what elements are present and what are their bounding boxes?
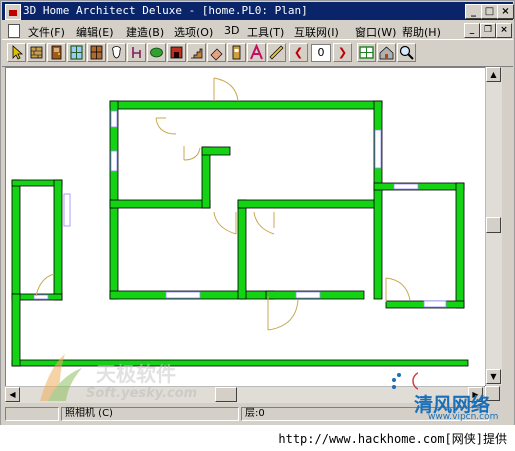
watermark-vipcn-url: www.vipcn.com xyxy=(428,412,499,422)
title-bar[interactable]: 3D Home Architect Deluxe - [home.PL0: Pl… xyxy=(2,2,514,20)
watermark-yesky-brand: 天极软件 xyxy=(96,362,176,386)
floor-down-icon[interactable]: ❮ xyxy=(289,43,308,62)
scroll-up-icon[interactable]: ▲ xyxy=(486,67,501,82)
layout-view-icon[interactable] xyxy=(357,43,376,62)
stairs-tool-icon[interactable] xyxy=(187,43,206,62)
footer-credit: http://www.hackhome.com[网侠]提供 xyxy=(0,425,515,451)
scroll-left-icon[interactable]: ◀ xyxy=(5,387,20,402)
window-opening xyxy=(295,291,321,299)
menu-options[interactable]: 选项(O) xyxy=(174,24,213,40)
door-tool-icon[interactable] xyxy=(47,43,66,62)
plan-canvas[interactable] xyxy=(5,67,486,387)
horizontal-scroll-thumb[interactable] xyxy=(215,387,237,402)
wall-segment xyxy=(109,100,383,110)
maximize-button[interactable]: □ xyxy=(481,4,498,19)
menu-3d[interactable]: 3D xyxy=(224,24,239,37)
menu-internet[interactable]: 互联网(I) xyxy=(294,24,339,40)
door-swing xyxy=(253,211,275,235)
close-button[interactable]: × xyxy=(497,4,514,19)
minimize-button[interactable]: _ xyxy=(465,4,482,19)
window-opening xyxy=(374,129,382,169)
floor-plan-walls xyxy=(11,100,469,367)
zoom-icon[interactable] xyxy=(397,43,416,62)
dimension-tool-icon[interactable] xyxy=(267,43,286,62)
footer-credit-text: http://www.hackhome.com[网侠]提供 xyxy=(278,432,507,446)
wall-segment xyxy=(237,199,247,300)
document-icon[interactable] xyxy=(8,24,20,38)
wall-segment xyxy=(201,146,211,209)
wall-segment xyxy=(109,199,211,209)
wall-segment xyxy=(373,182,465,191)
eraser-tool-icon[interactable] xyxy=(207,43,226,62)
wall-tool-icon[interactable] xyxy=(27,43,46,62)
window-opening xyxy=(110,150,118,172)
vertical-scrollbar[interactable]: ▲ ▼ xyxy=(485,67,502,385)
window-opening xyxy=(63,193,71,227)
library-tool-icon[interactable] xyxy=(227,43,246,62)
doc-close-button[interactable]: × xyxy=(496,23,512,38)
floor-plan-drawing xyxy=(11,77,469,367)
wall-segment xyxy=(11,293,21,367)
wall-segment xyxy=(11,179,21,297)
menu-window[interactable]: 窗口(W) xyxy=(355,24,396,40)
watermark-yesky-url: Soft.yesky.com xyxy=(86,386,198,401)
select-arrow-icon[interactable] xyxy=(7,43,26,62)
yesky-logo-icon xyxy=(40,354,82,401)
door-swing xyxy=(35,273,55,297)
floor-number-field[interactable]: 0 xyxy=(311,44,331,62)
window-opening xyxy=(393,183,419,190)
door-swing xyxy=(213,77,239,102)
window-tool-icon[interactable] xyxy=(67,43,86,62)
floor-up-icon[interactable]: ❯ xyxy=(333,43,352,62)
door-swing xyxy=(183,146,201,161)
cabinet-tool-icon[interactable] xyxy=(87,43,106,62)
landscape-tool-icon[interactable] xyxy=(147,43,166,62)
doc-minimize-button[interactable]: _ xyxy=(464,23,480,38)
door-swing xyxy=(155,117,177,135)
menu-bar: 文件(F) 编辑(E) 建造(B) 选项(O) 3D 工具(T) 互联网(I) … xyxy=(2,21,513,39)
window-opening xyxy=(110,110,118,128)
menu-edit[interactable]: 编辑(E) xyxy=(76,24,114,40)
camera-view-icon[interactable] xyxy=(377,43,396,62)
door-swing xyxy=(213,211,237,235)
menu-file[interactable]: 文件(F) xyxy=(28,24,65,40)
wall-segment xyxy=(237,199,382,209)
vertical-scroll-thumb[interactable] xyxy=(486,217,501,233)
wall-segment xyxy=(201,146,231,156)
menu-build[interactable]: 建造(B) xyxy=(126,24,164,40)
watermark-yesky: 天极软件 Soft.yesky.com xyxy=(30,340,200,410)
menu-help[interactable]: 帮助(H) xyxy=(402,24,441,40)
menu-tools[interactable]: 工具(T) xyxy=(247,24,284,40)
fixture-tool-icon[interactable] xyxy=(107,43,126,62)
window-title: 3D Home Architect Deluxe - [home.PL0: Pl… xyxy=(23,4,308,17)
toolbar: ❮ 0 ❯ xyxy=(2,39,513,67)
app-icon[interactable] xyxy=(5,4,21,20)
window-opening xyxy=(165,291,201,299)
window-opening xyxy=(423,300,447,308)
wall-segment xyxy=(53,179,63,301)
doc-restore-button[interactable]: ❐ xyxy=(480,23,496,38)
furniture-tool-icon[interactable] xyxy=(127,43,146,62)
text-tool-icon[interactable] xyxy=(247,43,266,62)
door-swing xyxy=(267,296,299,331)
watermark-vipcn: 清风网络 www.vipcn.com xyxy=(388,370,508,422)
fireplace-tool-icon[interactable] xyxy=(167,43,186,62)
door-swing xyxy=(385,277,411,302)
wall-segment xyxy=(455,182,465,309)
